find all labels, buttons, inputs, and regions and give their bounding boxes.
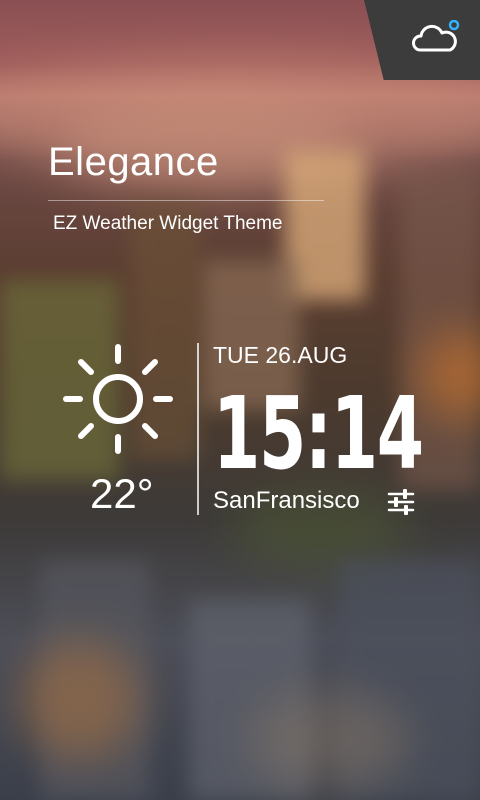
theme-title: Elegance — [48, 140, 219, 184]
city-name[interactable]: SanFransisco — [213, 487, 360, 515]
temperature: 22° — [90, 470, 154, 517]
date-label: TUE 26.AUG — [213, 342, 348, 368]
widget-divider — [197, 343, 199, 515]
settings-sliders-icon[interactable] — [386, 488, 416, 516]
corner-tab[interactable] — [364, 0, 480, 80]
theme-subtitle: EZ Weather Widget Theme — [53, 213, 283, 234]
clock-time[interactable]: 15:14 — [213, 375, 424, 492]
sun-icon[interactable] — [62, 343, 174, 455]
title-divider — [48, 200, 324, 201]
cloud-icon[interactable] — [410, 20, 460, 60]
